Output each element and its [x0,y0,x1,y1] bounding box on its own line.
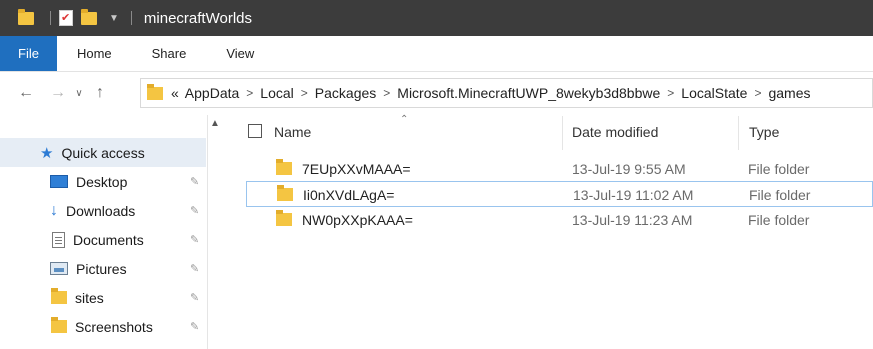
properties-icon[interactable] [59,10,73,26]
up-arrow-icon[interactable]: ↑ [88,84,112,102]
select-all-checkbox[interactable] [248,124,262,138]
folder-icon [51,288,67,304]
file-row[interactable]: NW0pXXpKAAA= 13-Jul-19 11:23 AM File fol… [246,207,873,233]
file-row[interactable]: 7EUpXXvMAAA= 13-Jul-19 9:55 AM File fold… [246,156,873,182]
chevron-right-icon[interactable]: > [383,86,390,100]
file-date-modified: 13-Jul-19 9:55 AM [572,161,686,177]
navigation-row: ← → ∨ ↑ « AppData > Local > Packages > M… [0,72,873,114]
sidebar-item-label: Quick access [61,144,145,161]
pin-icon[interactable]: ✎ [190,262,199,275]
file-name: 7EUpXXvMAAA= [302,161,411,177]
pin-icon[interactable]: ✎ [190,233,199,246]
folder-icon [277,185,293,201]
file-date-modified: 13-Jul-19 11:23 AM [572,212,693,228]
new-folder-icon[interactable] [81,8,97,25]
chevron-right-icon[interactable]: > [754,86,761,100]
sidebar-item-quick-access[interactable]: ★ Quick access [0,138,206,167]
sort-ascending-icon: ⌃ [400,114,409,125]
folder-icon [276,210,292,226]
chevron-right-icon[interactable]: > [301,86,308,100]
scroll-up-arrow-icon[interactable]: ▲ [210,118,220,129]
pin-icon[interactable]: ✎ [190,291,199,304]
breadcrumb-local[interactable]: Local [260,85,293,101]
column-header-type[interactable]: Type [749,124,779,140]
folder-icon [147,83,163,100]
sidebar-item-label: Screenshots [75,318,153,335]
file-name: Ii0nXVdLAgA= [303,187,395,203]
folder-icon [276,159,292,175]
title-bar: ▼ minecraftWorlds [0,0,873,36]
breadcrumb-games[interactable]: games [768,85,810,101]
sidebar-item-label: Desktop [76,173,128,190]
breadcrumb-localstate[interactable]: LocalState [681,85,747,101]
back-arrow-icon[interactable]: ← [14,84,38,102]
breadcrumb-overflow[interactable]: « [171,85,179,101]
tab-view[interactable]: View [206,36,274,71]
pictures-icon [50,262,68,275]
breadcrumb-packages[interactable]: Packages [315,85,376,101]
pin-icon[interactable]: ✎ [190,175,199,188]
pin-icon[interactable]: ✎ [190,204,199,217]
documents-icon [52,231,65,248]
tab-file[interactable]: File [0,36,57,71]
file-type: File folder [748,212,810,228]
file-type: File folder [748,161,810,177]
breadcrumb-appdata[interactable]: AppData [185,85,239,101]
recent-locations-chevron-icon[interactable]: ∨ [70,88,88,99]
star-icon: ★ [40,144,54,162]
chevron-right-icon[interactable]: > [246,86,253,100]
sidebar-item-downloads[interactable]: ↓ Downloads ✎ [0,196,208,225]
sidebar-item-pictures[interactable]: Pictures ✎ [0,254,208,283]
folder-icon [18,8,34,25]
file-date-modified: 13-Jul-19 11:02 AM [573,187,694,203]
sidebar-item-desktop[interactable]: Desktop ✎ [0,167,208,196]
quick-access-toolbar-dropdown-icon[interactable]: ▼ [109,13,119,24]
file-row-selected[interactable]: Ii0nXVdLAgA= 13-Jul-19 11:02 AM File fol… [246,181,873,207]
sidebar-item-sites[interactable]: sites ✎ [0,283,208,312]
column-header-name[interactable]: Name [274,124,311,140]
ribbon-tabs: File Home Share View [0,36,873,72]
file-name: NW0pXXpKAAA= [302,212,413,228]
separator [50,11,51,25]
sidebar-item-label: Documents [73,231,144,248]
sidebar-item-label: sites [75,289,104,306]
window-title: minecraftWorlds [143,9,252,27]
separator [130,11,132,25]
download-icon: ↓ [50,201,58,219]
pin-icon[interactable]: ✎ [190,320,199,333]
sidebar-item-screenshots[interactable]: Screenshots ✎ [0,312,208,341]
breadcrumb-minecraft-package[interactable]: Microsoft.MinecraftUWP_8wekyb3d8bbwe [397,85,660,101]
tab-share[interactable]: Share [132,36,207,71]
column-divider[interactable] [738,116,739,150]
desktop-icon [50,175,68,188]
address-bar[interactable]: « AppData > Local > Packages > Microsoft… [140,78,873,108]
tab-home[interactable]: Home [57,36,132,71]
sidebar-item-label: Downloads [66,202,136,219]
sidebar-item-label: Pictures [76,260,127,277]
forward-arrow-icon[interactable]: → [46,84,70,102]
column-divider[interactable] [562,116,563,150]
file-type: File folder [749,187,811,203]
folder-icon [51,317,67,333]
sidebar-item-documents[interactable]: Documents ✎ [0,225,208,254]
column-header-date-modified[interactable]: Date modified [572,124,658,140]
chevron-right-icon[interactable]: > [667,86,674,100]
